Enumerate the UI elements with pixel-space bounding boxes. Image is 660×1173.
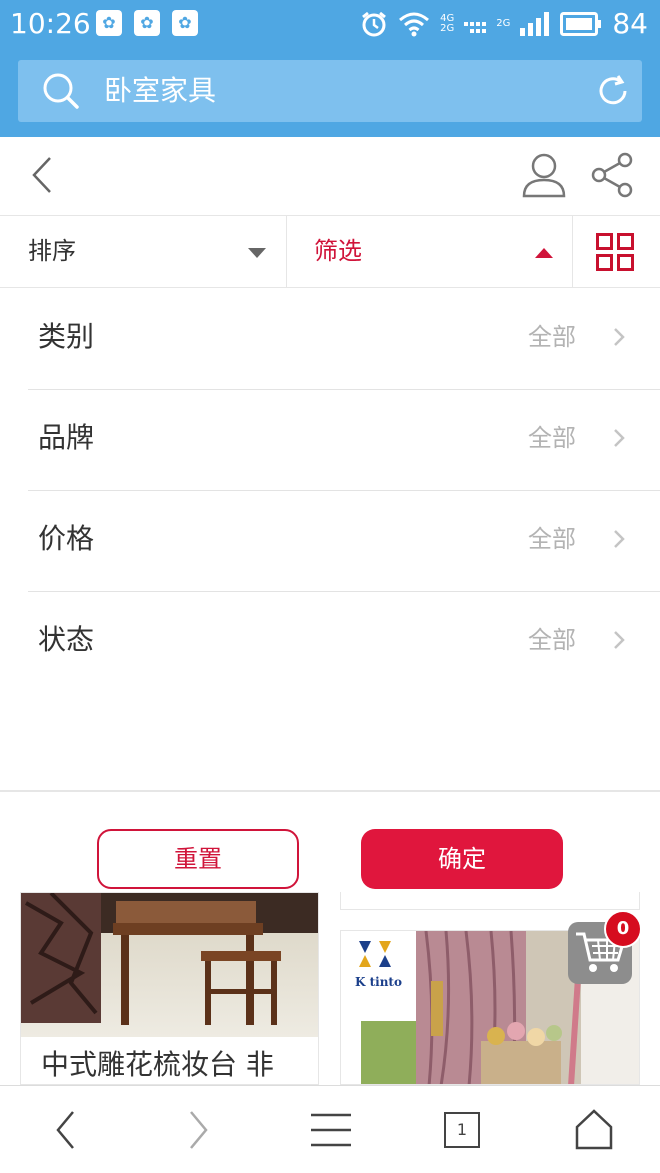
grid-view-icon xyxy=(596,233,634,271)
alarm-icon xyxy=(362,11,387,37)
browser-toolbar: 1 xyxy=(0,1085,660,1173)
search-query: 卧室家具 xyxy=(104,74,217,107)
product-image xyxy=(21,893,318,1037)
filter-row-category[interactable]: 类别 全部 xyxy=(28,289,660,390)
search-bar: 卧室家具 xyxy=(0,48,660,137)
user-icon[interactable] xyxy=(520,152,568,198)
signal-icon xyxy=(464,22,487,33)
network-type: 4G 2G xyxy=(440,13,455,34)
chevron-right-icon xyxy=(614,530,625,548)
wifi-icon xyxy=(399,12,430,37)
status-bar: 10:26 ✿ ✿ ✿ 4G 2G 2G 84 xyxy=(0,0,660,48)
battery-icon xyxy=(560,12,602,36)
forward-arrow-icon[interactable] xyxy=(186,1108,212,1152)
uc-notification-icon: ✿ xyxy=(134,10,160,36)
tab-filter-label: 筛选 xyxy=(314,237,362,265)
menu-icon[interactable] xyxy=(310,1112,352,1148)
product-card[interactable]: 中式雕花梳妆台 非 xyxy=(20,892,319,1085)
filter-value: 全部 xyxy=(528,525,576,553)
filter-label: 状态 xyxy=(38,623,95,656)
status-indicators: 4G 2G 2G 84 xyxy=(360,6,648,42)
dropdown-arrow-icon xyxy=(248,248,266,258)
filter-label: 类别 xyxy=(38,320,95,353)
back-arrow-icon[interactable] xyxy=(52,1108,78,1152)
uc-notification-icon: ✿ xyxy=(96,10,122,36)
network-2g: 2G xyxy=(496,18,511,29)
filter-row-status[interactable]: 状态 全部 xyxy=(28,592,660,693)
cart-count-badge: 0 xyxy=(604,910,642,948)
filter-row-brand[interactable]: 品牌 全部 xyxy=(28,390,660,491)
filter-value: 全部 xyxy=(528,626,576,654)
home-icon[interactable] xyxy=(574,1108,614,1150)
tabs-button[interactable]: 1 xyxy=(444,1112,480,1148)
filter-value: 全部 xyxy=(528,323,576,351)
product-title: 中式雕花梳妆台 非 xyxy=(41,1048,274,1081)
refresh-icon[interactable] xyxy=(596,74,630,108)
filter-label: 价格 xyxy=(38,522,95,555)
filter-row-price[interactable]: 价格 全部 xyxy=(28,491,660,592)
status-time: 10:26 xyxy=(10,7,91,40)
signal-bars-icon xyxy=(520,12,550,36)
chevron-right-icon xyxy=(614,328,625,346)
filter-value: 全部 xyxy=(528,424,576,452)
reset-button[interactable]: 重置 xyxy=(97,829,299,889)
brand-logo: K tinto xyxy=(355,937,415,989)
filter-label: 品牌 xyxy=(38,421,95,454)
tab-sort[interactable]: 排序 xyxy=(0,216,287,288)
uc-notification-icon: ✿ xyxy=(172,10,198,36)
search-icon xyxy=(43,73,79,109)
grid-view-toggle[interactable] xyxy=(574,216,660,288)
confirm-button[interactable]: 确定 xyxy=(361,829,563,889)
sort-filter-tabs: 排序 筛选 xyxy=(0,216,660,288)
tab-sort-label: 排序 xyxy=(28,237,76,265)
chevron-right-icon xyxy=(614,631,625,649)
page: 10:26 ✿ ✿ ✿ 4G 2G 2G 84 卧室家具 排序 筛选 类别 全部… xyxy=(0,0,660,1173)
dropdown-arrow-up-icon xyxy=(535,248,553,258)
tab-filter[interactable]: 筛选 xyxy=(288,216,573,288)
top-nav xyxy=(0,137,660,216)
search-input[interactable]: 卧室家具 xyxy=(18,60,642,122)
chevron-right-icon xyxy=(614,429,625,447)
back-arrow-icon[interactable] xyxy=(28,155,56,195)
product-card-edge xyxy=(340,892,640,910)
share-icon[interactable] xyxy=(590,152,636,198)
battery-percent: 84 xyxy=(612,7,648,40)
filter-panel: 类别 全部 品牌 全部 价格 全部 状态 全部 xyxy=(0,289,660,792)
